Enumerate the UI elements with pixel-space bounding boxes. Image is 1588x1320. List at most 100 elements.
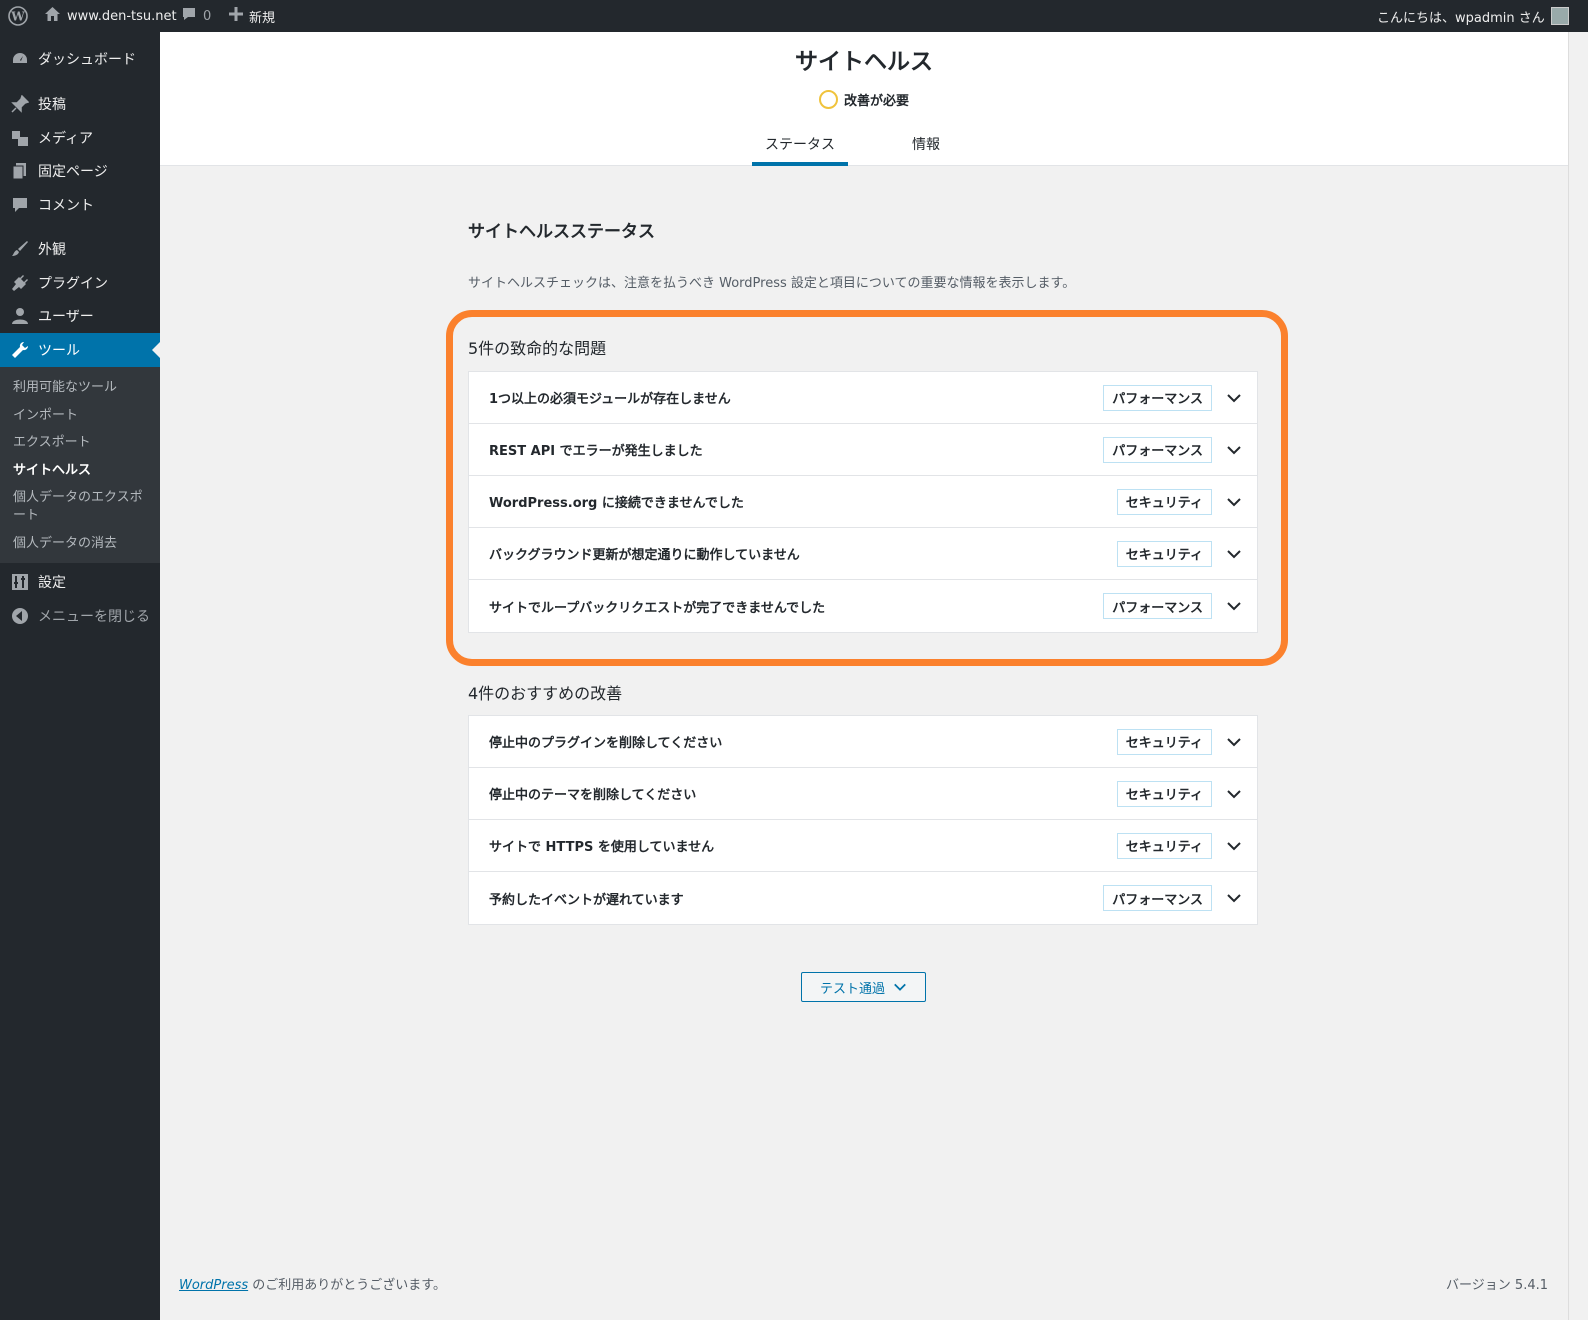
menu-label: 設定 (38, 575, 66, 591)
admin-bar: W www.den-tsu.net 0 新規 こんにちは、wpadmin さん (0, 0, 1588, 32)
issue-row[interactable]: WordPress.org に接続できませんでした セキュリティ (469, 476, 1257, 528)
page-icon (10, 161, 30, 181)
plugin-icon (10, 273, 30, 293)
issue-label: 予約したイベントが遅れています (489, 892, 684, 908)
new-content-link[interactable]: 新規 (229, 0, 275, 32)
window-edge (1568, 32, 1588, 1320)
passed-tests-button[interactable]: テスト通過 (801, 972, 926, 1002)
wordpress-link[interactable]: WordPress (179, 1278, 248, 1293)
menu-item-pages[interactable]: 固定ページ (0, 154, 160, 188)
comment-icon (10, 195, 30, 215)
tab-status[interactable]: ステータス (752, 122, 848, 166)
issue-label: REST API でエラーが発生しました (489, 444, 703, 459)
admin-menu: ダッシュボード 投稿 メディア 固定ページ コメント 外観 プラグイン ユーザー… (0, 32, 160, 1320)
menu-item-comments[interactable]: コメント (0, 188, 160, 222)
submenu-item-export[interactable]: エクスポート (13, 434, 153, 452)
chevron-down-icon[interactable] (1226, 734, 1242, 750)
chevron-down-icon[interactable] (1226, 546, 1242, 562)
issue-row[interactable]: 予約したイベントが遅れています パフォーマンス (469, 872, 1257, 924)
tools-submenu: 利用可能なツール インポート エクスポート サイトヘルス 個人データのエクスポー… (0, 367, 160, 563)
dashboard-icon (10, 49, 30, 69)
issue-label: サイトで HTTPS を使用していません (489, 840, 715, 855)
site-health-header: サイトヘルス 改善が必要 ステータス 情報 (160, 32, 1568, 166)
issue-badge: セキュリティ (1116, 540, 1212, 567)
chevron-down-icon[interactable] (1226, 494, 1242, 510)
menu-label: ツール (38, 343, 80, 359)
menu-label: ダッシュボード (38, 52, 136, 68)
wordpress-logo-icon[interactable]: W (8, 0, 28, 32)
menu-label: ユーザー (38, 309, 94, 325)
user-icon (10, 306, 30, 326)
chevron-down-icon[interactable] (1226, 442, 1242, 458)
issue-label: バックグラウンド更新が想定通りに動作していません (489, 548, 800, 563)
footer-thanks: WordPress のご利用ありがとうございます。 (179, 1274, 446, 1293)
collapse-menu-button[interactable]: メニューを閉じる (0, 599, 160, 633)
menu-label: 投稿 (38, 97, 66, 113)
site-name: www.den-tsu.net (67, 8, 177, 24)
new-label: 新規 (249, 10, 276, 26)
menu-item-plugins[interactable]: プラグイン (0, 266, 160, 300)
critical-issues-title: 5件の致命的な問題 (468, 339, 607, 358)
pin-icon (10, 94, 30, 114)
issue-row[interactable]: 停止中のプラグインを削除してください セキュリティ (469, 716, 1257, 768)
avatar (1550, 7, 1569, 25)
menu-item-users[interactable]: ユーザー (0, 299, 160, 333)
section-title: サイトヘルスステータス (468, 222, 655, 242)
comment-bubble-icon (181, 6, 197, 26)
issue-badge: セキュリティ (1116, 728, 1212, 755)
menu-item-appearance[interactable]: 外観 (0, 232, 160, 266)
wrench-icon (10, 340, 30, 360)
passed-tests-label: テスト通過 (819, 981, 885, 997)
submenu-item-export-personal-data[interactable]: 個人データのエクスポート (13, 489, 153, 525)
issue-badge: パフォーマンス (1103, 384, 1212, 411)
issue-row[interactable]: バックグラウンド更新が想定通りに動作していません セキュリティ (469, 528, 1257, 580)
issue-label: 停止中のテーマを削除してください (489, 788, 697, 803)
health-status: 改善が必要 (160, 90, 1568, 109)
issue-row[interactable]: 停止中のテーマを削除してください セキュリティ (469, 768, 1257, 820)
menu-label: 固定ページ (38, 164, 108, 180)
chevron-down-icon[interactable] (1226, 786, 1242, 802)
issue-row[interactable]: サイトで HTTPS を使用していません セキュリティ (469, 820, 1257, 872)
submenu-item-site-health[interactable]: サイトヘルス (13, 462, 153, 480)
chevron-down-icon (894, 983, 906, 991)
chevron-down-icon[interactable] (1226, 598, 1242, 614)
status-progress-icon (818, 90, 838, 109)
issue-row[interactable]: 1つ以上の必須モジュールが存在しません パフォーマンス (469, 372, 1257, 424)
menu-label: プラグイン (38, 276, 108, 292)
chevron-down-icon[interactable] (1226, 838, 1242, 854)
issue-label: WordPress.org に接続できませんでした (489, 496, 744, 511)
issue-row[interactable]: REST API でエラーが発生しました パフォーマンス (469, 424, 1257, 476)
site-name-link[interactable]: www.den-tsu.net (44, 0, 177, 32)
issue-label: 1つ以上の必須モジュールが存在しません (489, 392, 731, 407)
menu-item-dashboard[interactable]: ダッシュボード (0, 42, 160, 76)
tab-info[interactable]: 情報 (878, 122, 974, 166)
chevron-down-icon[interactable] (1226, 890, 1242, 906)
footer-version: バージョン 5.4.1 (1446, 1278, 1548, 1293)
greeting: こんにちは、wpadmin さん (1377, 10, 1545, 26)
plus-icon (229, 7, 243, 25)
menu-item-tools[interactable]: ツール (0, 333, 160, 367)
submenu-item-available-tools[interactable]: 利用可能なツール (13, 379, 153, 397)
submenu-item-erase-personal-data[interactable]: 個人データの消去 (13, 535, 153, 553)
settings-icon (10, 572, 30, 592)
media-icon (10, 128, 30, 148)
comments-count: 0 (203, 8, 212, 24)
menu-label: メニューを閉じる (38, 609, 150, 625)
footer-thanks-text: のご利用ありがとうございます。 (248, 1278, 446, 1293)
svg-text:W: W (10, 10, 25, 24)
brush-icon (10, 239, 30, 259)
issue-badge: セキュリティ (1116, 488, 1212, 515)
menu-item-settings[interactable]: 設定 (0, 565, 160, 599)
issue-badge: パフォーマンス (1103, 593, 1212, 619)
chevron-down-icon[interactable] (1226, 390, 1242, 406)
my-account-link[interactable]: こんにちは、wpadmin さん (1377, 0, 1569, 32)
recommended-improvements-list: 停止中のプラグインを削除してください セキュリティ 停止中のテーマを削除してくだ… (468, 715, 1258, 925)
menu-item-posts[interactable]: 投稿 (0, 87, 160, 121)
issue-row[interactable]: サイトでループバックリクエストが完了できませんでした パフォーマンス (469, 580, 1257, 632)
issue-badge: セキュリティ (1116, 832, 1212, 859)
issue-label: 停止中のプラグインを削除してください (489, 736, 723, 751)
comments-link[interactable]: 0 (181, 0, 211, 32)
menu-label: コメント (38, 198, 94, 214)
submenu-item-import[interactable]: インポート (13, 407, 153, 425)
menu-item-media[interactable]: メディア (0, 121, 160, 155)
